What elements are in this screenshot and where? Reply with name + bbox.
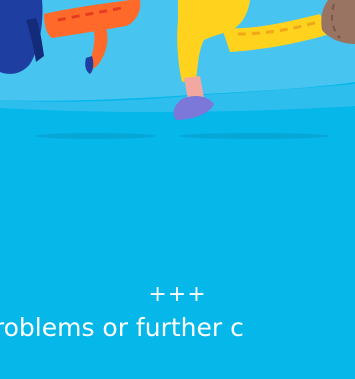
running-people-illustration	[0, 0, 355, 150]
body-text: problems or further c	[0, 313, 244, 342]
shadow-left	[35, 133, 155, 139]
shadow-right	[180, 133, 330, 139]
page: +++ problems or further c	[0, 0, 355, 379]
section-separator: +++	[148, 282, 207, 307]
hero-illustration	[0, 0, 355, 150]
